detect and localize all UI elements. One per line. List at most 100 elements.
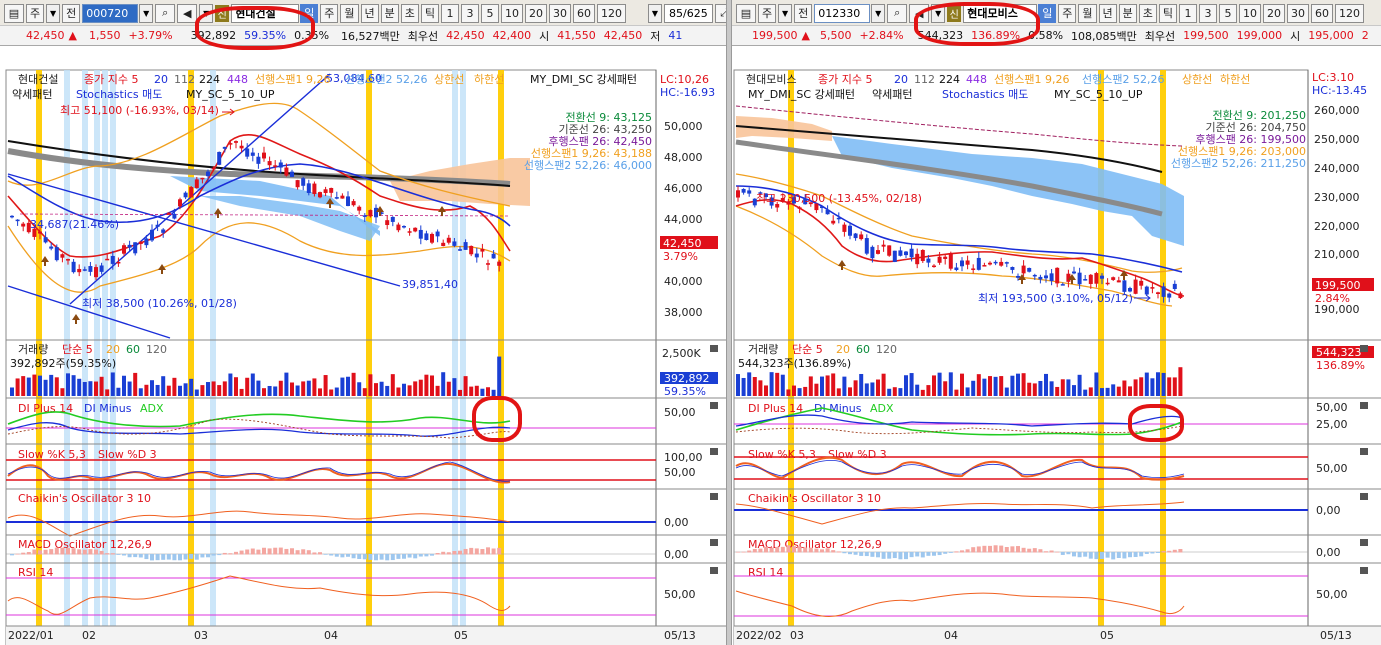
market-dropdown-icon[interactable]: ▼ <box>46 3 61 23</box>
candle-body <box>887 245 892 256</box>
speaker-icon[interactable]: ◀ <box>909 3 930 23</box>
speaker-dropdown-icon[interactable]: ▼ <box>931 3 946 23</box>
speaker-dropdown-icon[interactable]: ▼ <box>199 3 214 23</box>
stoch-close-icon[interactable] <box>710 448 718 455</box>
macd-bar <box>362 554 367 560</box>
search-icon[interactable]: ⌕ <box>887 3 908 23</box>
period-day-button[interactable]: 일 <box>300 3 319 23</box>
candle-body <box>200 177 205 180</box>
prev-button[interactable]: 전 <box>62 3 81 23</box>
macd-bar <box>792 546 796 553</box>
dmi-close-icon[interactable] <box>1360 402 1368 409</box>
macd-bar <box>418 554 423 557</box>
period-year-button[interactable]: 년 <box>1098 3 1117 23</box>
candle-body <box>491 253 496 259</box>
volume-bar <box>194 389 199 396</box>
interval-5-button[interactable]: 5 <box>1219 3 1237 23</box>
volume-bar <box>820 376 824 396</box>
stock-code-input[interactable]: 012330 <box>814 3 871 23</box>
macd-bar <box>1044 551 1048 553</box>
market-dropdown-icon[interactable]: ▼ <box>778 3 793 23</box>
period-tick-button[interactable]: 틱 <box>1158 3 1177 23</box>
macd-bar <box>99 550 104 555</box>
interval-5-button[interactable]: 5 <box>481 3 499 23</box>
macd-close-icon[interactable] <box>1360 539 1368 546</box>
speaker-icon[interactable]: ◀ <box>177 3 198 23</box>
interval-dropdown-icon[interactable]: ▼ <box>648 3 662 23</box>
candle-body <box>424 233 429 241</box>
period-minute-button[interactable]: 분 <box>1118 3 1137 23</box>
candle-body <box>965 260 970 265</box>
interval-20-button[interactable]: 20 <box>525 3 547 23</box>
macd-bar <box>825 548 830 553</box>
period-second-button[interactable]: 초 <box>1138 3 1157 23</box>
macd-bar <box>284 548 289 555</box>
interval-3-button[interactable]: 3 <box>461 3 479 23</box>
interval-30-button[interactable]: 30 <box>549 3 571 23</box>
period-day-button[interactable]: 일 <box>1038 3 1057 23</box>
macd-bar <box>15 553 20 555</box>
period-week-button[interactable]: 주 <box>320 3 339 23</box>
macd-bar <box>94 549 98 555</box>
macd-bar <box>295 550 300 555</box>
left-chart-canvas[interactable]: 최고 51,100 (-16.93%, 03/14) 최저 38,500 (10… <box>0 46 726 645</box>
volume-bar <box>904 375 908 396</box>
interval-1-button[interactable]: 1 <box>1179 3 1197 23</box>
menu-icon[interactable]: ▤ <box>736 3 756 23</box>
macd-close-icon[interactable] <box>710 539 718 546</box>
interval-120-button[interactable]: 120 <box>597 3 626 23</box>
volume-bar <box>256 380 261 396</box>
stoch-close-icon[interactable] <box>1360 448 1368 455</box>
stock-name-field[interactable]: 현대건설 <box>231 3 300 23</box>
code-dropdown-icon[interactable]: ▼ <box>139 3 154 23</box>
macd-bar <box>904 552 908 560</box>
menu-icon[interactable]: ▤ <box>4 3 24 23</box>
stock-name-field[interactable]: 현대모비스 <box>963 3 1038 23</box>
stock-code-input[interactable]: 000720 <box>82 3 139 23</box>
market-button[interactable]: 주 <box>26 3 45 23</box>
ichimoku-span2: 선행스팬2 52,26: 211,250 <box>1171 157 1306 170</box>
search-icon[interactable]: ⌕ <box>155 3 176 23</box>
period-minute-button[interactable]: 분 <box>380 3 399 23</box>
macd-bar <box>876 552 880 558</box>
period-tick-button[interactable]: 틱 <box>420 3 439 23</box>
market-button[interactable]: 주 <box>758 3 777 23</box>
rsi-close-icon[interactable] <box>1360 567 1368 574</box>
macd-bar <box>267 548 272 555</box>
prev-button[interactable]: 전 <box>794 3 813 23</box>
chaikin-close-icon[interactable] <box>1360 493 1368 500</box>
volume-bar <box>133 372 138 396</box>
candle-body <box>881 244 886 247</box>
period-month-button[interactable]: 월 <box>1078 3 1097 23</box>
chaikin-close-icon[interactable] <box>710 493 718 500</box>
volume-close-icon[interactable] <box>1360 345 1368 352</box>
interval-30-button[interactable]: 30 <box>1287 3 1309 23</box>
interval-20-button[interactable]: 20 <box>1263 3 1285 23</box>
volume-bar <box>340 377 345 396</box>
volume-bar <box>368 374 373 396</box>
macd-bar <box>346 554 350 557</box>
chart-type-icon[interactable]: ⤢ <box>714 3 726 23</box>
period-second-button[interactable]: 초 <box>400 3 419 23</box>
volume-bar <box>491 389 496 396</box>
volume-close-icon[interactable] <box>710 345 718 352</box>
right-chart-canvas[interactable]: 최고 230,500 (-13.45%, 02/18) 최저 193,500 (… <box>732 46 1381 645</box>
interval-10-button[interactable]: 10 <box>1239 3 1261 23</box>
interval-60-button[interactable]: 60 <box>1311 3 1333 23</box>
macd-bar <box>301 549 306 555</box>
period-week-button[interactable]: 주 <box>1058 3 1077 23</box>
interval-60-button[interactable]: 60 <box>573 3 595 23</box>
page-count-field[interactable]: 85 /625 <box>664 3 713 23</box>
period-month-button[interactable]: 월 <box>340 3 359 23</box>
interval-3-button[interactable]: 3 <box>1199 3 1217 23</box>
volume-bar <box>1027 382 1032 396</box>
period-year-button[interactable]: 년 <box>360 3 379 23</box>
interval-1-button[interactable]: 1 <box>441 3 459 23</box>
code-dropdown-icon[interactable]: ▼ <box>871 3 886 23</box>
volume-bar <box>758 380 763 396</box>
interval-120-button[interactable]: 120 <box>1335 3 1364 23</box>
interval-10-button[interactable]: 10 <box>501 3 523 23</box>
rsi-close-icon[interactable] <box>710 567 718 574</box>
dmi-close-icon[interactable] <box>710 402 718 409</box>
macd-bar <box>1049 550 1054 553</box>
